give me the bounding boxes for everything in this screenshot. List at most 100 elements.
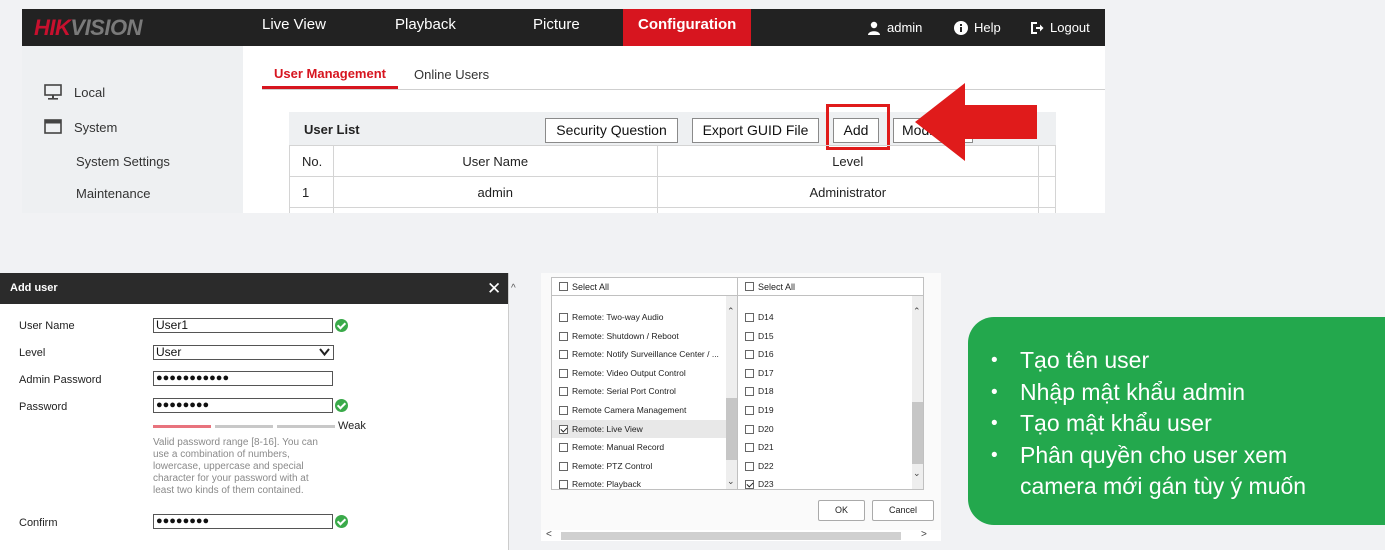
nav-configuration[interactable]: Configuration	[623, 9, 751, 46]
export-guid-button[interactable]: Export GUID File	[692, 118, 819, 143]
security-question-button[interactable]: Security Question	[545, 118, 678, 143]
checkbox[interactable]	[745, 313, 754, 322]
list-item[interactable]: Remote: Playback	[552, 475, 726, 490]
list-item[interactable]: D20	[738, 420, 912, 438]
chevron-up-icon[interactable]: ^	[511, 283, 516, 294]
tab-online-users[interactable]: Online Users	[414, 67, 489, 82]
scrollbar-thumb[interactable]	[726, 398, 737, 460]
sidebar-item-system[interactable]: System	[44, 119, 117, 135]
list-item[interactable]: D23	[738, 475, 912, 489]
chevron-down-icon[interactable]: ⌄	[913, 468, 921, 479]
checkbox[interactable]	[745, 461, 754, 471]
horizontal-scrollbar[interactable]: < >	[541, 529, 941, 541]
chevron-up-icon[interactable]: ⌃	[727, 306, 735, 317]
sidebar-label: System	[74, 119, 118, 135]
list-item[interactable]: Remote: PTZ Control	[552, 457, 726, 475]
checkbox[interactable]	[559, 461, 568, 471]
close-icon[interactable]: ✕	[487, 279, 501, 299]
list-item-label: Remote: PTZ Control	[572, 460, 653, 471]
list-item[interactable]: D16	[738, 345, 912, 363]
list-item-label: Remote: Notify Surveillance Center / ...	[572, 349, 719, 360]
list-item[interactable]: Remote: Manual Record	[552, 438, 726, 456]
admin-password-input[interactable]: ●●●●●●●●●●●	[153, 371, 333, 386]
checkbox[interactable]	[559, 350, 568, 360]
list-item[interactable]: D14	[738, 308, 912, 326]
nav-live-view[interactable]: Live View	[262, 9, 326, 46]
list-item[interactable]: D15	[738, 327, 912, 345]
checkbox[interactable]	[745, 331, 754, 341]
list-item-label: Remote: Shutdown / Reboot	[572, 330, 679, 341]
chevron-up-icon[interactable]: ⌃	[913, 306, 921, 317]
checkbox[interactable]	[559, 406, 568, 415]
list-item[interactable]: D21	[738, 438, 912, 456]
level-label: Level	[19, 347, 46, 359]
password-input[interactable]: ●●●●●●●●	[153, 398, 333, 413]
checkbox[interactable]	[745, 424, 754, 434]
user-name-label: User Name	[19, 320, 75, 332]
list-item[interactable]: Remote: Video Output Control	[552, 364, 726, 382]
checkbox[interactable]	[559, 443, 568, 453]
chevron-left-icon[interactable]: <	[546, 529, 552, 540]
logout-link[interactable]: Logout	[1030, 9, 1090, 46]
checkbox[interactable]	[745, 443, 754, 453]
ok-button[interactable]: OK	[818, 500, 865, 521]
nav-playback[interactable]: Playback	[395, 9, 456, 46]
checkbox[interactable]	[559, 313, 568, 322]
confirm-password-input[interactable]: ●●●●●●●●	[153, 514, 333, 529]
table-row[interactable]: 1 admin Administrator	[289, 176, 1056, 208]
scrollbar-thumb[interactable]	[912, 402, 923, 464]
sidebar-item-local[interactable]: Local	[44, 84, 105, 100]
checkbox[interactable]	[745, 406, 754, 415]
level-select[interactable]: User	[153, 345, 334, 360]
window-icon	[44, 119, 62, 134]
cancel-button[interactable]: Cancel	[872, 500, 934, 521]
strength-bar-1	[153, 425, 211, 428]
table-cell	[332, 207, 658, 213]
list-item[interactable]: D17	[738, 364, 912, 382]
nav-picture[interactable]: Picture	[533, 9, 580, 46]
checkbox[interactable]	[745, 368, 754, 378]
info-icon	[954, 20, 968, 35]
select-all-left[interactable]: Select All	[552, 278, 737, 296]
list-item-label: Remote: Playback	[572, 479, 641, 490]
table-cell: Administrator	[656, 176, 1039, 208]
scrollbar-thumb[interactable]	[561, 532, 901, 540]
list-item-label: D21	[758, 442, 774, 453]
list-item[interactable]: Remote: Shutdown / Reboot	[552, 327, 726, 345]
checkbox[interactable]	[745, 387, 754, 397]
password-hint: Valid password range [8-16]. You can use…	[153, 437, 318, 496]
list-item[interactable]: Remote: Serial Port Control	[552, 382, 726, 400]
tab-user-management[interactable]: User Management	[274, 66, 386, 81]
checkbox[interactable]	[559, 424, 568, 434]
vertical-scrollbar[interactable]: ⌃ ⌄	[726, 296, 737, 489]
list-item[interactable]: D19	[738, 401, 912, 419]
chevron-right-icon[interactable]: >	[921, 529, 927, 540]
checkbox[interactable]	[559, 282, 568, 291]
sidebar-label: Local	[74, 84, 106, 100]
checkbox[interactable]	[559, 387, 568, 397]
help-link[interactable]: Help	[954, 9, 1001, 46]
select-all-right[interactable]: Select All	[738, 278, 923, 296]
user-menu[interactable]: admin	[867, 9, 922, 46]
list-item[interactable]: Remote: Two-way Audio	[552, 308, 726, 326]
list-item[interactable]: Remote: Notify Surveillance Center / ...	[552, 345, 726, 363]
table-cell	[656, 207, 1039, 213]
checkbox[interactable]	[745, 480, 754, 489]
checkbox[interactable]	[559, 331, 568, 341]
sidebar-item-maintenance[interactable]: Maintenance	[76, 186, 150, 201]
list-item[interactable]: D18	[738, 382, 912, 400]
list-item[interactable]: Remote: Live View	[552, 419, 726, 438]
list-item-label: Remote Camera Management	[572, 405, 687, 415]
checkbox[interactable]	[559, 368, 568, 378]
chevron-down-icon[interactable]: ⌄	[727, 476, 735, 487]
user-name-input[interactable]: User1	[153, 318, 333, 333]
user-list-title: User List	[304, 122, 360, 137]
checkbox[interactable]	[559, 480, 568, 489]
checkbox[interactable]	[745, 350, 754, 360]
sidebar-item-system-settings[interactable]: System Settings	[76, 154, 170, 169]
list-item[interactable]: D22	[738, 457, 912, 475]
checkbox[interactable]	[745, 282, 754, 291]
list-item[interactable]: Remote Camera Management	[552, 401, 726, 419]
vertical-scrollbar[interactable]: ⌃ ⌄	[912, 296, 923, 489]
table-row[interactable]	[289, 207, 1056, 213]
